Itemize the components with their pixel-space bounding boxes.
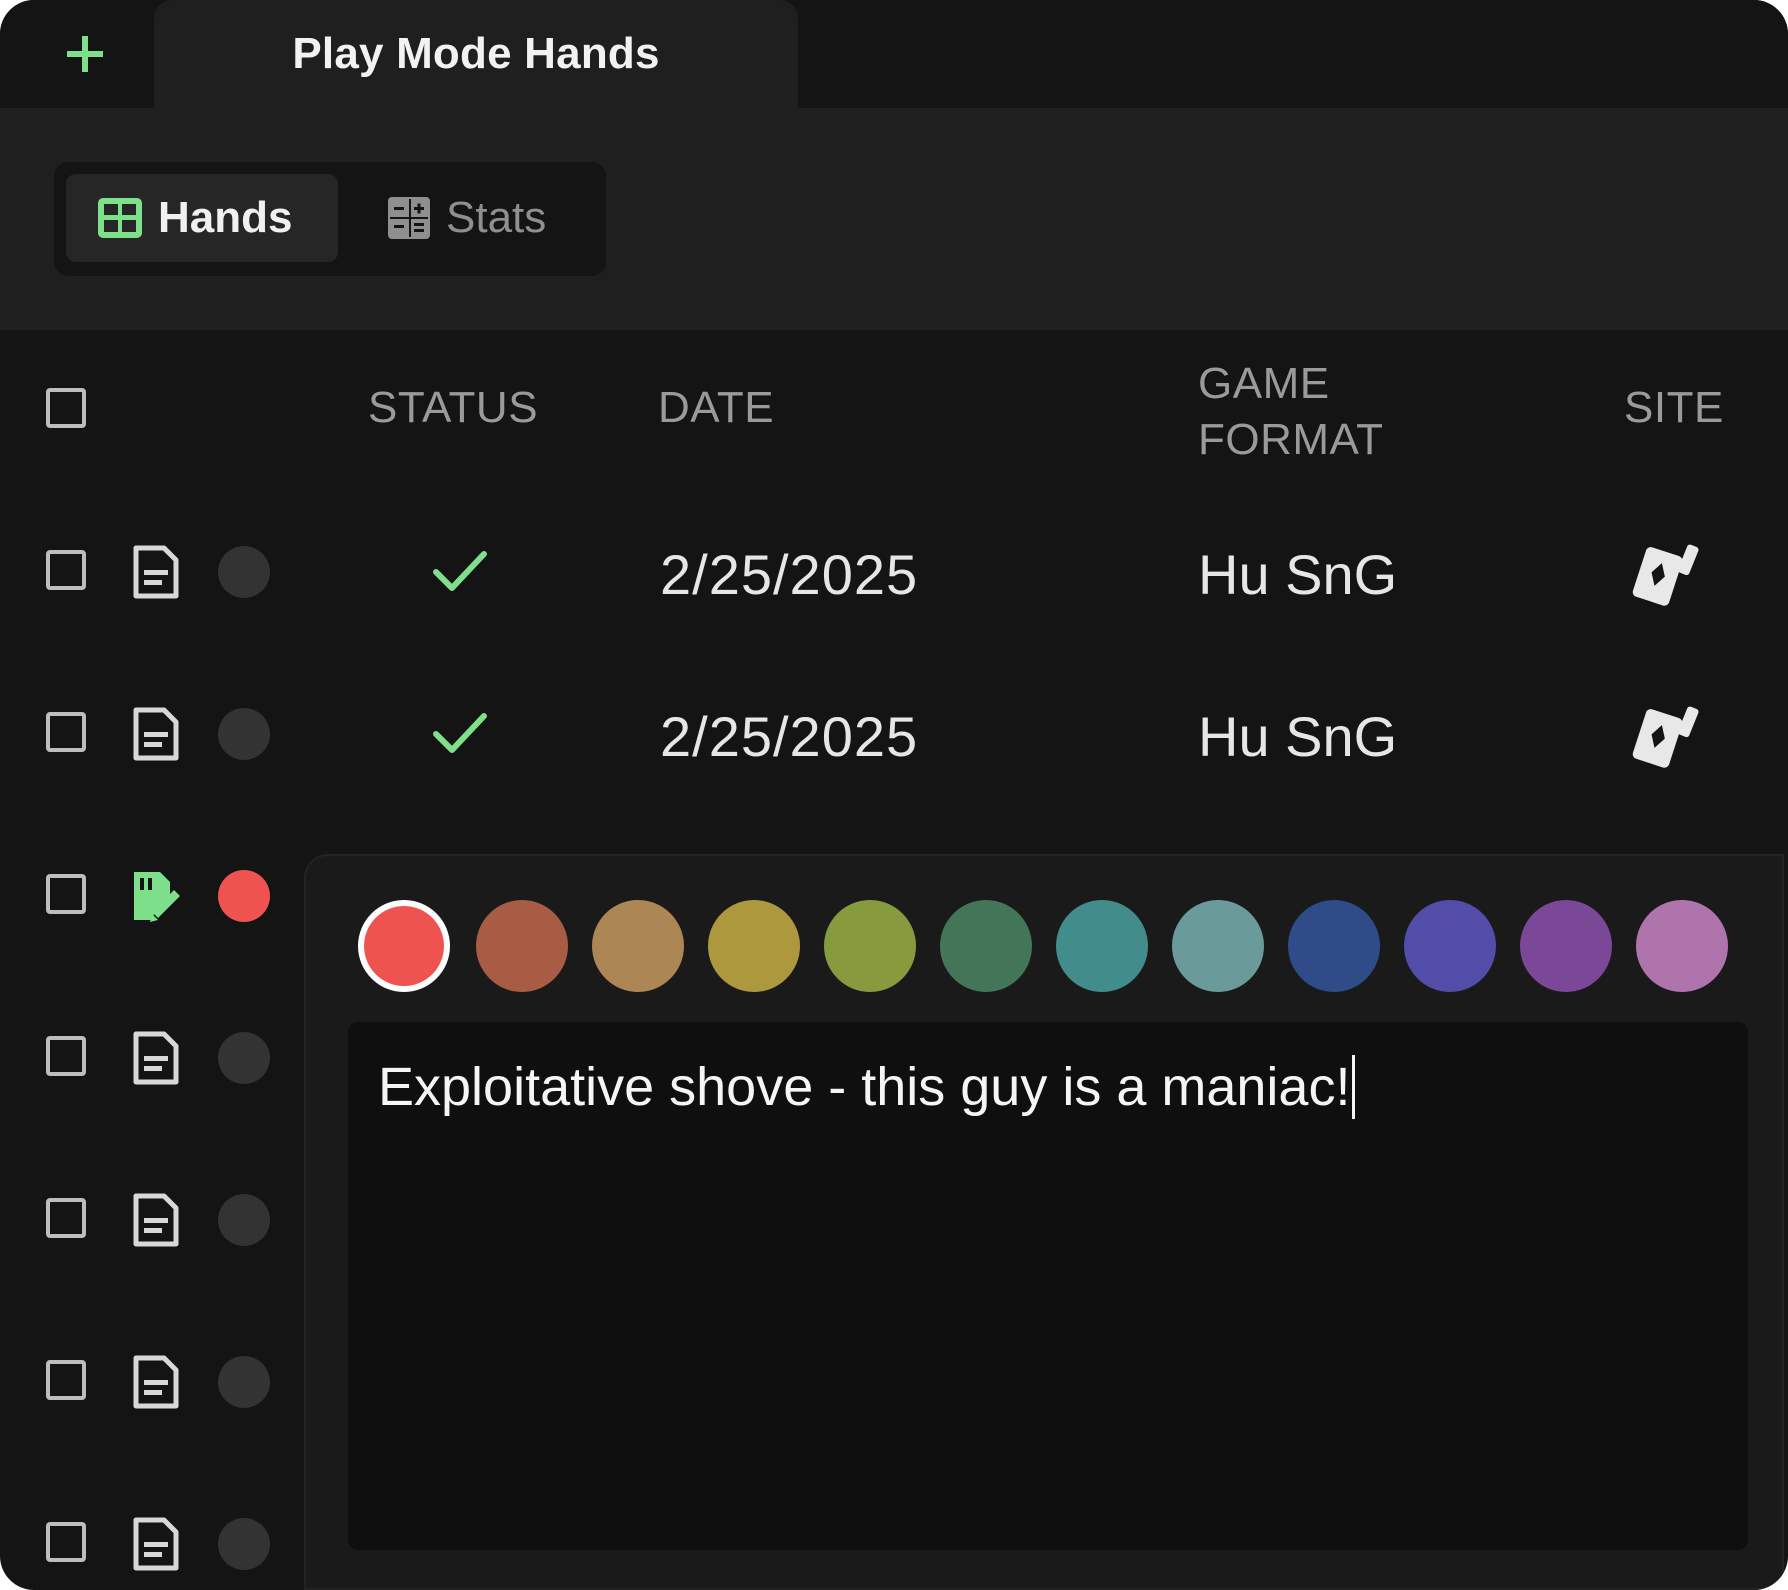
swatch-rust[interactable] bbox=[476, 900, 568, 992]
row-date: 2/25/2025 bbox=[660, 543, 919, 606]
document-icon[interactable] bbox=[130, 1192, 182, 1248]
table-row[interactable]: 2/25/2025 Hu SnG bbox=[0, 494, 1788, 656]
table-row[interactable]: 2/25/2025 Hu SnG bbox=[0, 656, 1788, 818]
note-text-value: Exploitative shove - this guy is a mania… bbox=[378, 1057, 1351, 1117]
color-tag-dot[interactable] bbox=[218, 1356, 270, 1408]
column-game-format-line1: GAME bbox=[1198, 359, 1330, 408]
view-switcher: Hands Stats bbox=[54, 162, 606, 276]
note-popover: Exploitative shove - this guy is a mania… bbox=[304, 854, 1784, 1590]
document-edit-icon[interactable] bbox=[130, 868, 182, 924]
check-icon bbox=[433, 551, 487, 591]
app-window: Play Mode Hands Hands Stats STATUS DATE … bbox=[0, 0, 1788, 1590]
swatch-slate-teal[interactable] bbox=[1172, 900, 1264, 992]
row-checkbox[interactable] bbox=[46, 874, 86, 914]
column-date[interactable]: DATE bbox=[658, 380, 774, 436]
row-checkbox[interactable] bbox=[46, 550, 86, 590]
tab-strip: Play Mode Hands bbox=[0, 0, 1788, 108]
document-icon[interactable] bbox=[130, 706, 182, 762]
column-status[interactable]: STATUS bbox=[368, 380, 538, 436]
toolbar: Hands Stats bbox=[0, 108, 1788, 330]
text-caret bbox=[1352, 1054, 1356, 1119]
swatch-indigo[interactable] bbox=[1404, 900, 1496, 992]
row-game-format: Hu SnG bbox=[1198, 705, 1398, 768]
stats-view-button[interactable]: Stats bbox=[372, 174, 596, 262]
hands-view-button[interactable]: Hands bbox=[66, 174, 338, 262]
color-tag-dot[interactable] bbox=[218, 546, 270, 598]
document-icon[interactable] bbox=[130, 544, 182, 600]
select-all-checkbox[interactable] bbox=[46, 388, 86, 428]
swatch-purple[interactable] bbox=[1520, 900, 1612, 992]
calculator-icon bbox=[388, 197, 430, 239]
table-grid-icon bbox=[98, 198, 142, 238]
color-tag-dot-red[interactable] bbox=[218, 870, 270, 922]
swatch-orchid[interactable] bbox=[1636, 900, 1728, 992]
row-checkbox[interactable] bbox=[46, 1198, 86, 1238]
check-icon bbox=[433, 713, 487, 753]
document-icon[interactable] bbox=[130, 1354, 182, 1410]
column-site[interactable]: SITE bbox=[1624, 380, 1724, 436]
row-game-format: Hu SnG bbox=[1198, 543, 1398, 606]
cards-icon bbox=[1632, 706, 1699, 768]
table-header: STATUS DATE GAME FORMAT SITE bbox=[0, 330, 1788, 494]
column-game-format[interactable]: GAME FORMAT bbox=[1198, 356, 1384, 468]
document-icon[interactable] bbox=[130, 1516, 182, 1572]
tab-play-mode-hands[interactable]: Play Mode Hands bbox=[154, 0, 798, 108]
color-tag-dot[interactable] bbox=[218, 1518, 270, 1570]
document-icon[interactable] bbox=[130, 1030, 182, 1086]
swatch-red[interactable] bbox=[364, 906, 444, 986]
stats-label: Stats bbox=[446, 193, 547, 242]
cards-icon bbox=[1632, 544, 1699, 606]
swatch-tan[interactable] bbox=[592, 900, 684, 992]
add-tab-button[interactable] bbox=[52, 24, 118, 84]
plus-icon bbox=[67, 36, 103, 72]
row-checkbox[interactable] bbox=[46, 1360, 86, 1400]
note-textarea[interactable]: Exploitative shove - this guy is a mania… bbox=[348, 1022, 1748, 1550]
color-tag-dot[interactable] bbox=[218, 1194, 270, 1246]
row-checkbox[interactable] bbox=[46, 712, 86, 752]
swatch-navy[interactable] bbox=[1288, 900, 1380, 992]
swatch-teal[interactable] bbox=[1056, 900, 1148, 992]
swatch-mustard[interactable] bbox=[708, 900, 800, 992]
hands-label: Hands bbox=[158, 193, 293, 242]
tab-title: Play Mode Hands bbox=[292, 29, 660, 78]
color-tag-dot[interactable] bbox=[218, 708, 270, 760]
row-checkbox[interactable] bbox=[46, 1522, 86, 1562]
column-game-format-line2: FORMAT bbox=[1198, 415, 1384, 464]
row-checkbox[interactable] bbox=[46, 1036, 86, 1076]
swatch-olive[interactable] bbox=[824, 900, 916, 992]
note-text[interactable]: Exploitative shove - this guy is a mania… bbox=[378, 1054, 1356, 1119]
row-date: 2/25/2025 bbox=[660, 705, 919, 768]
color-tag-dot[interactable] bbox=[218, 1032, 270, 1084]
swatch-forest[interactable] bbox=[940, 900, 1032, 992]
